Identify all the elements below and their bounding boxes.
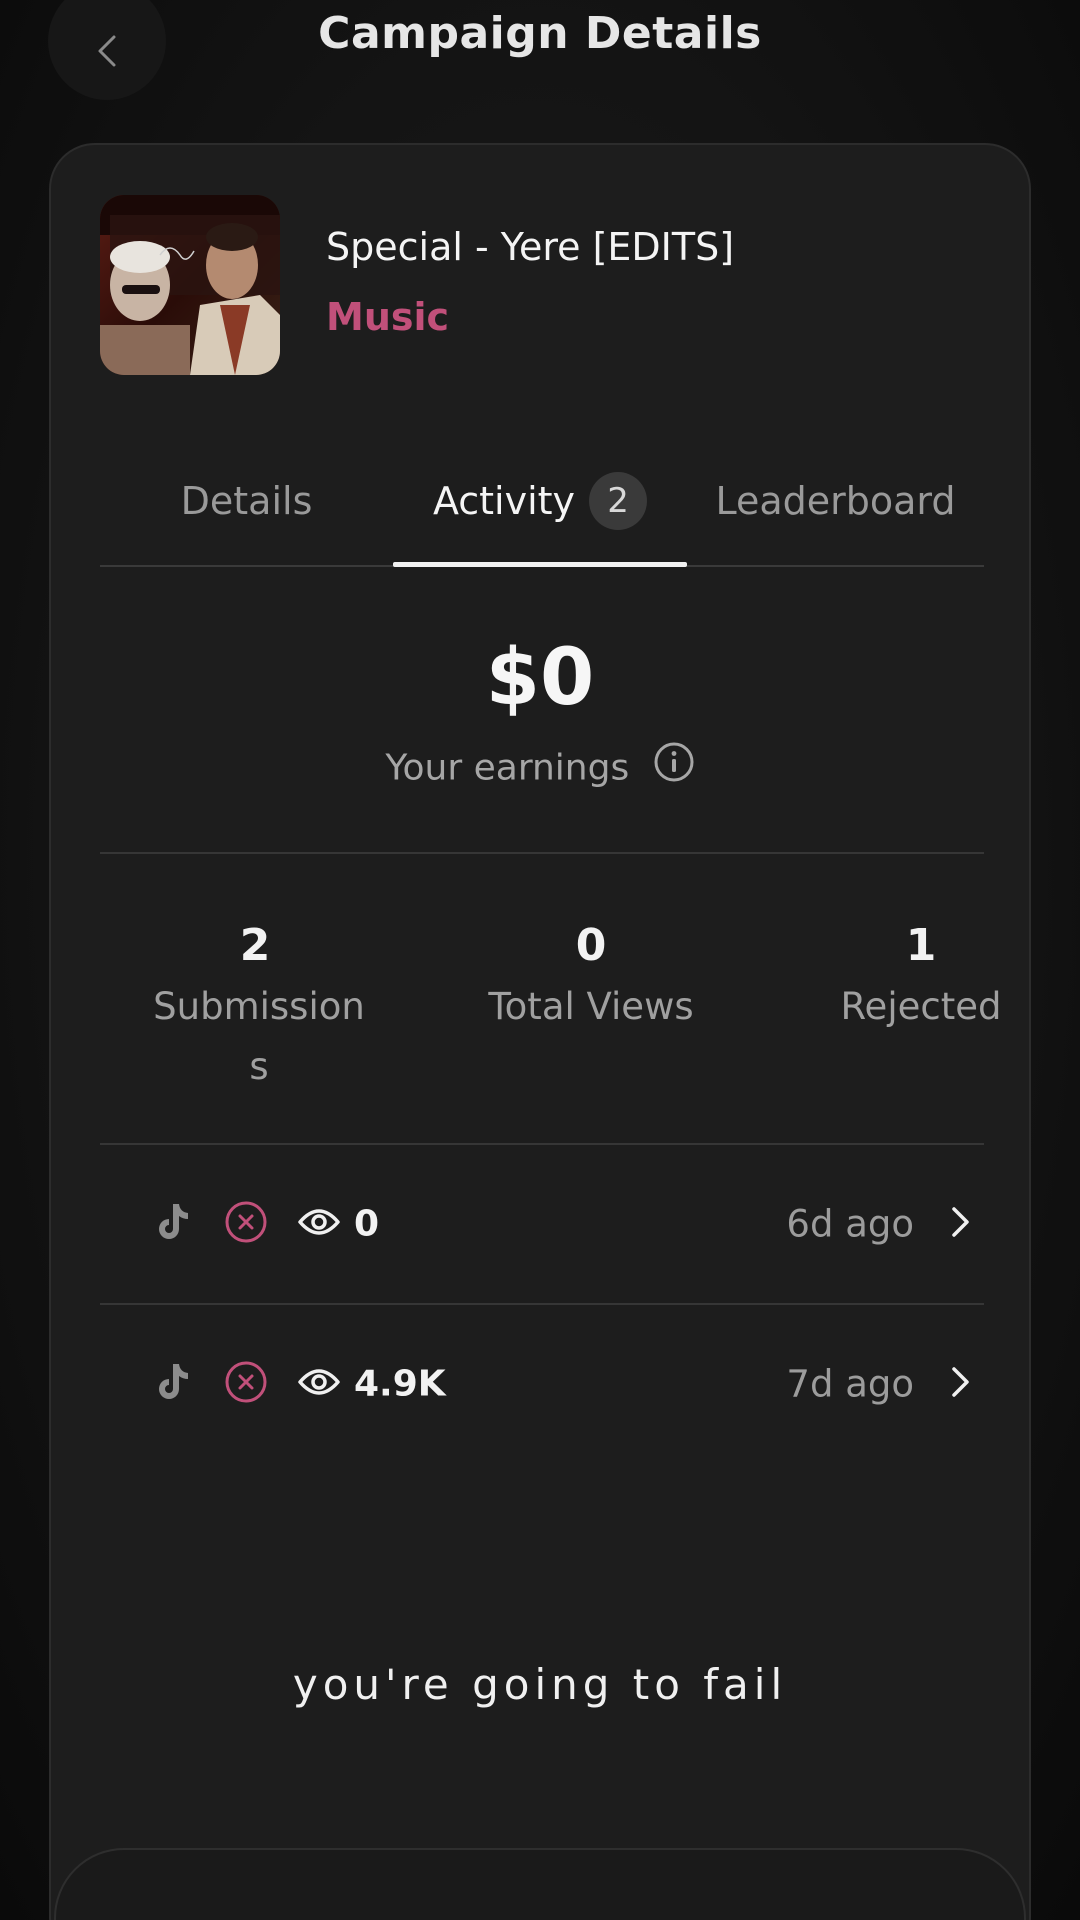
stat-submissions-value: 2 bbox=[239, 920, 271, 971]
tiktok-icon bbox=[152, 1360, 192, 1408]
submission-views: 0 bbox=[354, 1203, 380, 1245]
active-tab-indicator bbox=[393, 562, 687, 567]
campaign-title: Special - Yere [EDITS] bbox=[326, 225, 735, 269]
tiktok-icon bbox=[152, 1200, 192, 1248]
tab-leaderboard[interactable]: Leaderboard bbox=[687, 437, 984, 565]
submission-time: 7d ago bbox=[786, 1362, 914, 1406]
stat-total-views-value: 0 bbox=[575, 920, 607, 971]
campaign-category: Music bbox=[326, 295, 450, 339]
rejected-x-icon bbox=[223, 1359, 269, 1409]
stat-rejected-value: 1 bbox=[905, 920, 937, 971]
stat-total-views-label: Total Views bbox=[488, 985, 694, 1028]
bottom-panel bbox=[54, 1848, 1026, 1920]
screen: Campaign Details Special - Yere [EDITS] … bbox=[0, 0, 1080, 1920]
rejected-x-icon bbox=[223, 1199, 269, 1249]
stat-rejected: 1 Rejected bbox=[811, 915, 1031, 1037]
chevron-right-icon bbox=[948, 1364, 972, 1404]
stat-submissions: 2 Submissions bbox=[149, 915, 369, 1097]
eye-icon bbox=[297, 1206, 341, 1242]
tab-bar: Details Activity 2 Leaderboard bbox=[100, 437, 984, 567]
stat-total-views: 0 Total Views bbox=[421, 915, 761, 1037]
submission-row[interactable]: 4.9K 7d ago bbox=[100, 1305, 984, 1463]
submission-time: 6d ago bbox=[786, 1202, 914, 1246]
submission-row[interactable]: 0 6d ago bbox=[100, 1145, 984, 1303]
eye-icon bbox=[297, 1366, 341, 1402]
campaign-header: Special - Yere [EDITS] Music bbox=[100, 195, 980, 377]
tab-activity[interactable]: Activity 2 bbox=[393, 437, 687, 565]
earnings-label: Your earnings bbox=[385, 747, 630, 789]
chevron-right-icon bbox=[948, 1204, 972, 1244]
campaign-card: Special - Yere [EDITS] Music Details Act… bbox=[49, 143, 1031, 1920]
top-bar: Campaign Details bbox=[0, 0, 1080, 110]
earnings-value: $0 bbox=[485, 633, 595, 723]
tab-details-label: Details bbox=[180, 479, 313, 523]
stat-submissions-label: Submissions bbox=[153, 985, 365, 1088]
campaign-thumbnail bbox=[100, 195, 280, 375]
page-title: Campaign Details bbox=[318, 8, 762, 59]
tab-details[interactable]: Details bbox=[100, 437, 393, 565]
earnings-label-row: Your earnings bbox=[51, 742, 1029, 792]
tab-activity-badge: 2 bbox=[589, 472, 648, 530]
overlay-caption: you're going to fail bbox=[292, 1660, 788, 1709]
tab-activity-label: Activity bbox=[432, 479, 576, 523]
info-icon[interactable] bbox=[653, 741, 695, 792]
stat-rejected-label: Rejected bbox=[840, 985, 1002, 1028]
tab-leaderboard-label: Leaderboard bbox=[715, 479, 956, 523]
submission-views: 4.9K bbox=[354, 1363, 446, 1405]
earnings-divider bbox=[100, 852, 984, 854]
